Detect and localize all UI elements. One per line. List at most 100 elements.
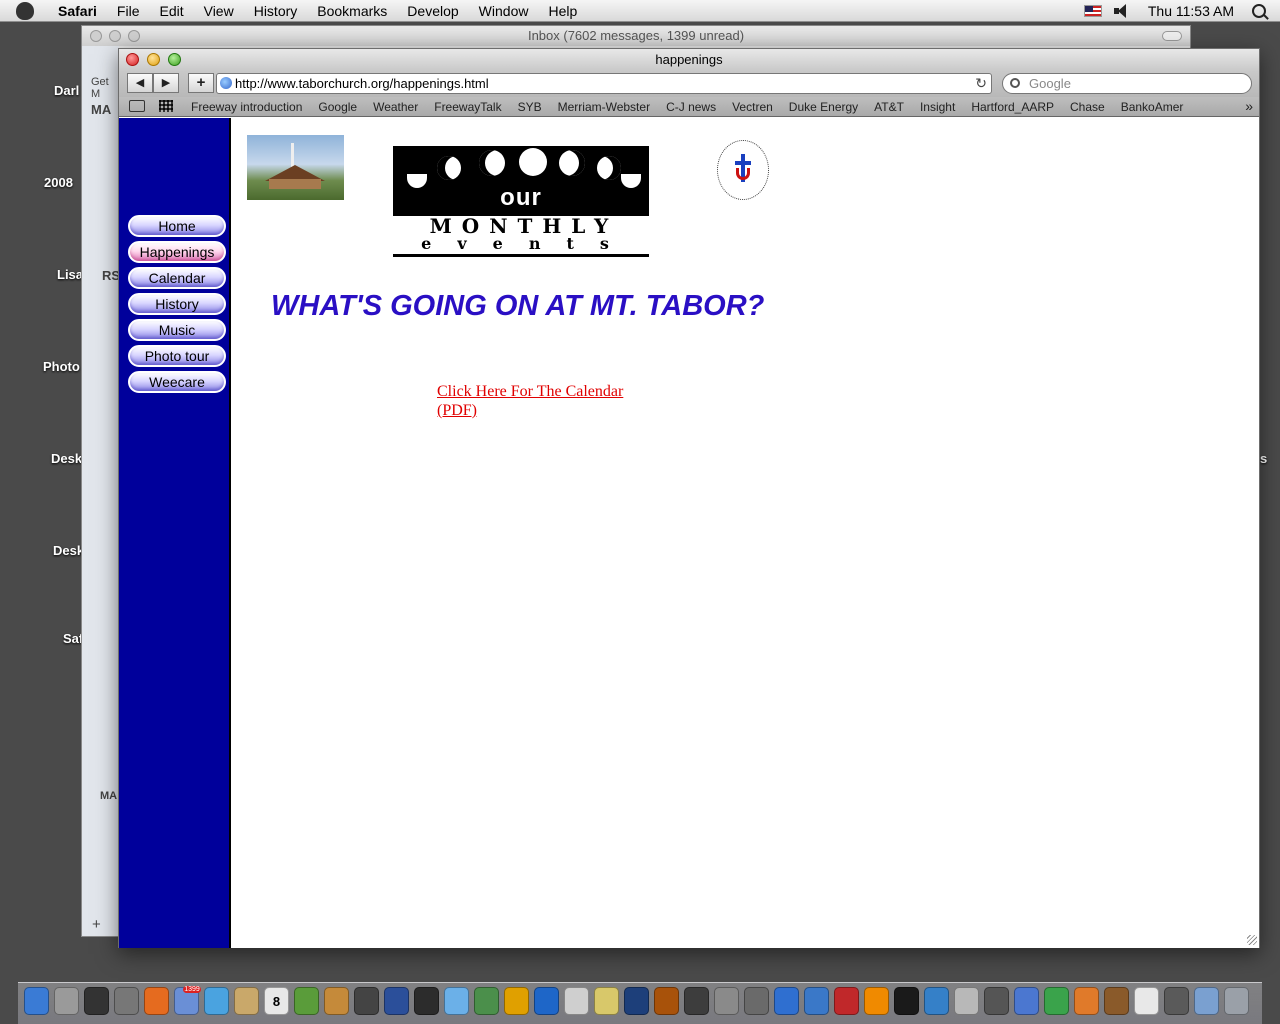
input-source-flag-icon[interactable] (1083, 5, 1102, 17)
preview-icon[interactable] (294, 987, 319, 1015)
bookmark-item[interactable]: C-J news (666, 100, 716, 114)
nav-home-button[interactable]: Home (128, 215, 226, 237)
fetch-icon[interactable] (894, 987, 919, 1015)
finder-icon[interactable] (24, 987, 49, 1015)
desktop-item-label[interactable]: Darl (54, 83, 79, 98)
menu-help[interactable]: Help (538, 3, 587, 19)
bookmark-item[interactable]: Chase (1070, 100, 1105, 114)
audio-icon[interactable] (504, 987, 529, 1015)
top-sites-grid-icon[interactable] (159, 100, 173, 112)
bookmark-item[interactable]: Weather (373, 100, 418, 114)
dvd-icon[interactable] (534, 987, 559, 1015)
nav-history-button[interactable]: History (128, 293, 226, 315)
minimize-button[interactable] (147, 53, 160, 66)
spreadsheet-icon[interactable] (1134, 987, 1159, 1015)
safari-titlebar[interactable]: happenings (119, 49, 1259, 71)
bookmark-item[interactable]: BankoAmer (1121, 100, 1184, 114)
preview2-icon[interactable] (954, 987, 979, 1015)
bookmarks-book-icon[interactable] (129, 100, 145, 112)
menubar-clock[interactable]: Thu 11:53 AM (1148, 3, 1234, 19)
get-mail-label[interactable]: Get M (91, 76, 119, 100)
app-icon[interactable] (1074, 987, 1099, 1015)
dashboard-icon[interactable] (84, 987, 109, 1015)
add-bookmark-button[interactable]: + (188, 73, 214, 93)
folder-icon[interactable] (1194, 987, 1219, 1015)
menu-develop[interactable]: Develop (397, 3, 468, 19)
volume-icon[interactable] (1113, 4, 1130, 18)
finalcut-icon[interactable] (414, 987, 439, 1015)
menu-edit[interactable]: Edit (149, 3, 193, 19)
acrobat-icon[interactable] (834, 987, 859, 1015)
calculator-icon[interactable] (54, 987, 79, 1015)
mail-window-controls[interactable] (90, 30, 140, 42)
nav-music-button[interactable]: Music (128, 319, 226, 341)
desktop-item-label[interactable]: Lisa (57, 267, 83, 282)
photoshop-icon[interactable] (624, 987, 649, 1015)
forward-button[interactable]: ▶ (153, 73, 179, 93)
bookmark-item[interactable]: Insight (920, 100, 955, 114)
bookmark-item[interactable]: AT&T (874, 100, 904, 114)
reload-icon[interactable]: ↻ (975, 74, 987, 93)
itunes-icon[interactable] (444, 987, 469, 1015)
grapher-icon[interactable] (1044, 987, 1069, 1015)
desktop-item-label[interactable]: s (1260, 451, 1267, 466)
bookmark-item[interactable]: Freeway introduction (191, 100, 302, 114)
camera-icon[interactable] (984, 987, 1009, 1015)
textedit-icon[interactable] (384, 987, 409, 1015)
spotlight-search-icon[interactable] (1252, 4, 1266, 18)
trash-icon[interactable] (1224, 987, 1249, 1015)
address-bar[interactable]: http://www.taborchurch.org/happenings.ht… (216, 73, 992, 94)
nav-weecare-button[interactable]: Weecare (128, 371, 226, 393)
apple-menu-icon[interactable] (16, 1, 34, 20)
nav-happenings-button[interactable]: Happenings (128, 241, 226, 263)
xcode-icon[interactable] (1014, 987, 1039, 1015)
pet-icon[interactable] (1104, 987, 1129, 1015)
back-button[interactable]: ◀ (127, 73, 153, 93)
mail-icon[interactable]: 1399 (174, 986, 201, 1015)
bookmarks-overflow-button[interactable]: » (1245, 98, 1253, 114)
menu-window[interactable]: Window (469, 3, 539, 19)
close-button[interactable] (126, 53, 139, 66)
desktop-item-label[interactable]: Photo (43, 359, 80, 374)
toolbar-toggle-button[interactable] (1162, 31, 1182, 41)
quicktime-icon[interactable] (774, 987, 799, 1015)
imovie-icon[interactable] (354, 987, 379, 1015)
menu-app-safari[interactable]: Safari (48, 3, 107, 19)
bookmark-item[interactable]: Hartford_AARP (971, 100, 1054, 114)
address-book-icon[interactable] (234, 987, 259, 1015)
window-resize-handle[interactable] (1247, 935, 1257, 945)
network-icon[interactable] (924, 987, 949, 1015)
illustrator-icon[interactable] (654, 987, 679, 1015)
desktop-item-label[interactable]: 2008 (44, 175, 73, 190)
menu-file[interactable]: File (107, 3, 150, 19)
calendar-pdf-link[interactable]: Click Here For The Calendar (PDF) (437, 382, 637, 420)
bookmark-item[interactable]: SYB (518, 100, 542, 114)
system-prefs-icon[interactable] (114, 987, 139, 1015)
zoom-button[interactable] (168, 53, 181, 66)
bookmark-item[interactable]: FreewayTalk (434, 100, 501, 114)
bookmark-item[interactable]: Merriam-Webster (558, 100, 650, 114)
menu-bookmarks[interactable]: Bookmarks (307, 3, 397, 19)
stickies-icon[interactable] (594, 987, 619, 1015)
disk-icon[interactable] (1164, 987, 1189, 1015)
menu-view[interactable]: View (194, 3, 244, 19)
menu-history[interactable]: History (244, 3, 308, 19)
add-mailbox-button[interactable]: + (92, 916, 101, 933)
nav-calendar-button[interactable]: Calendar (128, 267, 226, 289)
ical-icon[interactable]: 8 (264, 987, 289, 1015)
frontrow-icon[interactable] (804, 987, 829, 1015)
search-field[interactable]: Google (1002, 73, 1252, 94)
garageband-icon[interactable] (474, 987, 499, 1015)
utility-icon[interactable] (714, 987, 739, 1015)
desktop-item-label[interactable]: Desk (51, 451, 82, 466)
bookmark-item[interactable]: Vectren (732, 100, 773, 114)
mail-titlebar[interactable]: Inbox (7602 messages, 1399 unread) (82, 26, 1190, 46)
bookmark-item[interactable]: Duke Energy (789, 100, 858, 114)
vlc-icon[interactable] (864, 987, 889, 1015)
desktop-item-label[interactable]: Desk (53, 543, 84, 558)
automator-icon[interactable] (744, 987, 769, 1015)
iphoto-icon[interactable] (324, 987, 349, 1015)
firefox-icon[interactable] (144, 987, 169, 1015)
nav-photo-tour-button[interactable]: Photo tour (128, 345, 226, 367)
safari-icon[interactable] (204, 987, 229, 1015)
